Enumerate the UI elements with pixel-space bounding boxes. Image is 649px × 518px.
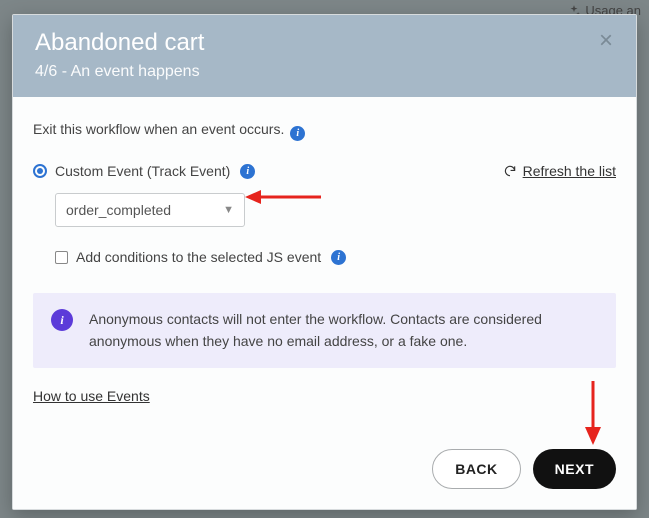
- howto-link[interactable]: How to use Events: [33, 388, 150, 404]
- chevron-down-icon: ▼: [223, 204, 234, 216]
- info-icon: i: [51, 309, 73, 331]
- event-select[interactable]: order_completed ▼: [55, 193, 245, 227]
- close-icon: ×: [599, 27, 613, 55]
- info-alert: i Anonymous contacts will not enter the …: [33, 293, 616, 368]
- radio-option-custom-event[interactable]: Custom Event (Track Event) i: [33, 163, 255, 179]
- radio-label: Custom Event (Track Event): [55, 163, 230, 179]
- info-icon[interactable]: i: [290, 126, 305, 141]
- refresh-link[interactable]: Refresh the list: [503, 163, 616, 179]
- select-value: order_completed: [66, 202, 171, 218]
- alert-text: Anonymous contacts will not enter the wo…: [89, 309, 598, 352]
- backdrop: Usage an Abandoned cart 4/6 - An event h…: [0, 0, 649, 518]
- modal-header: Abandoned cart 4/6 - An event happens ×: [13, 15, 636, 97]
- annotation-arrow: [243, 185, 323, 209]
- modal: Abandoned cart 4/6 - An event happens × …: [12, 14, 637, 510]
- radio-row: Custom Event (Track Event) i Refresh the…: [33, 163, 616, 179]
- back-button[interactable]: BACK: [432, 449, 520, 489]
- modal-title: Abandoned cart: [35, 29, 614, 57]
- info-icon[interactable]: i: [240, 164, 255, 179]
- checkbox-icon: [55, 251, 68, 264]
- conditions-checkbox-row[interactable]: Add conditions to the selected JS event …: [55, 249, 616, 265]
- info-icon[interactable]: i: [331, 250, 346, 265]
- checkbox-label: Add conditions to the selected JS event: [76, 249, 321, 265]
- modal-footer: BACK NEXT: [13, 437, 636, 509]
- refresh-icon: [503, 164, 517, 178]
- close-button[interactable]: ×: [592, 27, 620, 55]
- modal-subtitle: 4/6 - An event happens: [35, 63, 614, 81]
- exit-description: Exit this workflow when an event occurs.…: [33, 121, 616, 141]
- refresh-label: Refresh the list: [523, 163, 616, 179]
- radio-icon: [33, 164, 47, 178]
- next-button[interactable]: NEXT: [533, 449, 616, 489]
- modal-body: Exit this workflow when an event occurs.…: [13, 97, 636, 437]
- exit-text: Exit this workflow when an event occurs.: [33, 121, 284, 137]
